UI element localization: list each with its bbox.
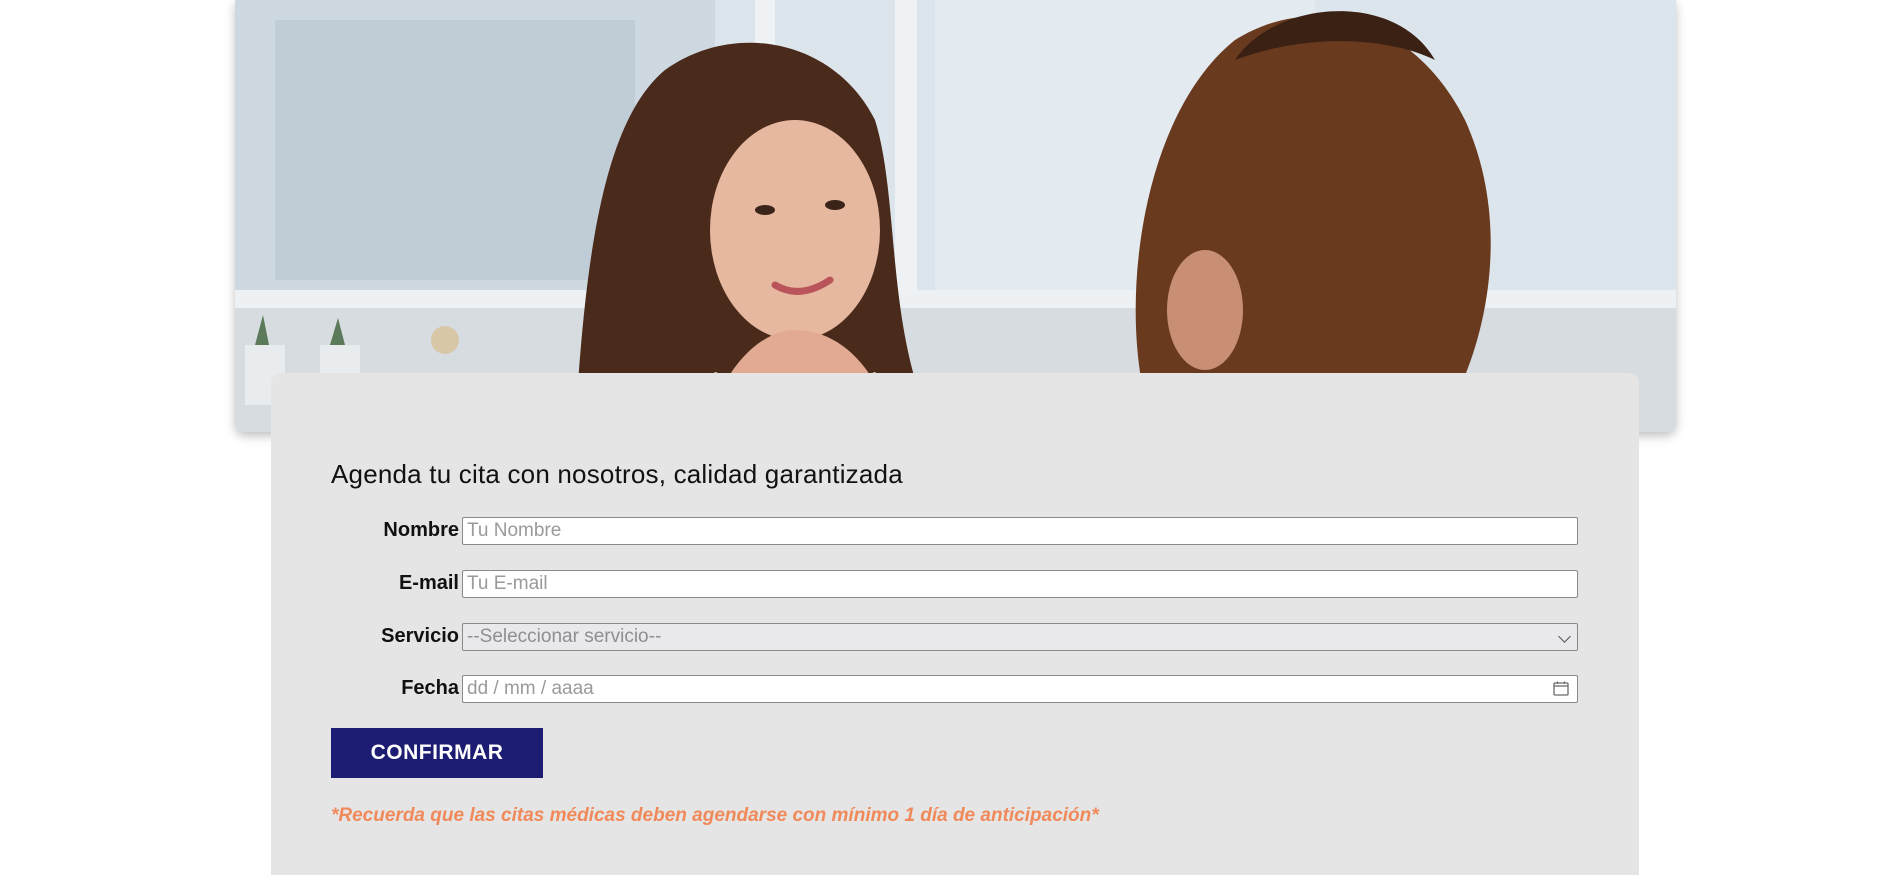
appointment-form: Agenda tu cita con nosotros, calidad gar…	[271, 373, 1639, 875]
email-row: E-mail	[271, 568, 1639, 598]
servicio-label: Servicio	[381, 625, 459, 647]
nombre-row: Nombre	[271, 515, 1639, 545]
confirm-button[interactable]: CONFIRMAR	[331, 728, 543, 778]
hero-photo	[235, 0, 1676, 432]
calendar-icon[interactable]	[1553, 681, 1569, 696]
email-input[interactable]	[462, 570, 1578, 598]
fecha-placeholder: dd / mm / aaaa	[467, 678, 594, 699]
servicio-select[interactable]: --Seleccionar servicio--	[462, 623, 1578, 651]
nombre-input[interactable]	[462, 517, 1578, 545]
anticipation-note: *Recuerda que las citas médicas deben ag…	[331, 805, 1099, 826]
page: Agenda tu cita con nosotros, calidad gar…	[0, 0, 1897, 875]
servicio-row: Servicio --Seleccionar servicio--	[271, 621, 1639, 651]
email-label: E-mail	[398, 572, 459, 594]
fecha-date-input[interactable]: dd / mm / aaaa	[462, 675, 1578, 703]
servicio-selected-value: --Seleccionar servicio--	[467, 626, 662, 647]
fecha-row: Fecha dd / mm / aaaa	[271, 673, 1639, 703]
nombre-label: Nombre	[383, 519, 459, 541]
chevron-down-icon	[1558, 630, 1571, 643]
doctor-consultation-photo	[235, 0, 1676, 432]
fecha-label: Fecha	[401, 677, 459, 699]
form-heading: Agenda tu cita con nosotros, calidad gar…	[331, 459, 903, 489]
